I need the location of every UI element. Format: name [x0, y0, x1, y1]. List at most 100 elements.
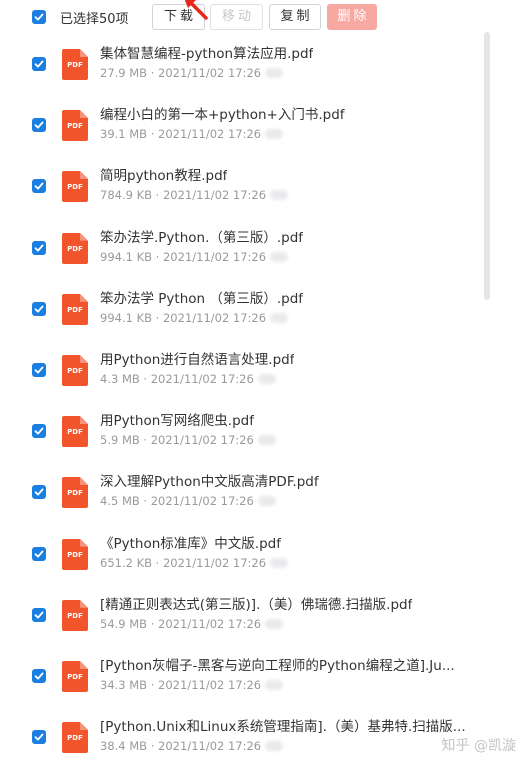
blurred-text	[257, 435, 276, 446]
copy-button[interactable]: 复制	[269, 4, 321, 30]
file-row[interactable]: PDF [精通正则表达式(第三版)].（美）佛瑞德.扫描版.pdf 54.9 MB …	[0, 585, 480, 646]
file-meta: 34.3 MB · 2021/11/02 17:26	[100, 678, 284, 692]
toolbar: 已选择50项 下载 移动 复制 删除	[0, 0, 528, 34]
move-button[interactable]: 移动	[210, 4, 263, 30]
file-date: 2021/11/02 17:26	[158, 739, 262, 754]
file-row[interactable]: PDF [Python灰帽子-黑客与逆向工程师的Python编程之道].Ju...…	[0, 646, 480, 707]
file-meta: 27.9 MB · 2021/11/02 17:26	[100, 66, 284, 80]
file-checkbox[interactable]	[32, 424, 46, 439]
file-meta: 39.1 MB · 2021/11/02 17:26	[100, 127, 284, 142]
file-date: 2021/11/02 17:26	[162, 310, 267, 325]
blurred-text	[265, 618, 284, 629]
file-name[interactable]: [Python.Unix和Linux系统管理指南].（美）基弗特.扫描版...	[100, 715, 466, 735]
file-row[interactable]: PDF 集体智慧编程-python算法应用.pdf 27.9 MB · 2021/1…	[0, 34, 480, 95]
file-type-label: PDF	[67, 244, 83, 253]
meta-separator: ·	[155, 310, 160, 325]
check-icon	[34, 13, 44, 21]
meta-separator: ·	[150, 739, 155, 754]
file-checkbox[interactable]	[32, 669, 46, 683]
file-date: 2021/11/02 17:26	[162, 555, 267, 570]
file-checkbox[interactable]	[32, 179, 46, 194]
blurred-text	[257, 374, 276, 384]
scrollbar[interactable]	[484, 32, 490, 300]
file-type-label: PDF	[67, 550, 83, 559]
file-checkbox[interactable]	[32, 118, 46, 133]
file-name[interactable]: [精通正则表达式(第三版)].（美）佛瑞德.扫描版.pdf	[100, 593, 412, 613]
check-icon	[34, 244, 44, 252]
check-icon	[34, 121, 44, 129]
file-type-label: PDF	[67, 183, 83, 192]
meta-separator: ·	[143, 372, 148, 386]
file-checkbox[interactable]	[32, 240, 46, 255]
blurred-text	[270, 251, 289, 262]
file-checkbox[interactable]	[32, 546, 46, 561]
file-row[interactable]: PDF 《Python标准库》中文版.pdf 651.2 KB · 2021/11/…	[0, 524, 480, 585]
file-checkbox[interactable]	[32, 301, 46, 316]
file-checkbox[interactable]	[32, 730, 46, 745]
file-type-label: PDF	[67, 489, 83, 498]
select-all-checkbox[interactable]	[32, 10, 46, 24]
file-type-label: PDF	[67, 305, 83, 314]
file-type-label: PDF	[67, 734, 83, 743]
meta-separator: ·	[150, 678, 155, 692]
pdf-file-icon: PDF	[62, 477, 88, 509]
file-size: 38.4 MB	[100, 739, 148, 754]
file-size: 994.1 KB	[100, 249, 153, 264]
watermark: 知乎 @凯漩	[441, 738, 516, 754]
file-meta: 994.1 KB · 2021/11/02 17:26	[100, 249, 289, 264]
meta-separator: ·	[155, 188, 160, 203]
blurred-text	[257, 496, 276, 507]
file-size: 39.1 MB	[100, 127, 148, 142]
blurred-text	[265, 680, 284, 690]
file-date: 2021/11/02 17:26	[162, 188, 267, 203]
file-row[interactable]: PDF 简明python教程.pdf 784.9 KB · 2021/11/02 1…	[0, 156, 480, 217]
file-row[interactable]: PDF 深入理解Python中文版高清PDF.pdf 4.5 MB · 2021/1…	[0, 462, 480, 523]
pdf-file-icon: PDF	[62, 171, 88, 203]
file-name[interactable]: 简明python教程.pdf	[100, 164, 227, 184]
file-date: 2021/11/02 17:26	[150, 494, 254, 509]
file-type-label: PDF	[67, 122, 83, 131]
file-name[interactable]: 《Python标准库》中文版.pdf	[100, 532, 281, 552]
file-name[interactable]: 编程小白的第一本+python+入门书.pdf	[100, 103, 345, 123]
file-date: 2021/11/02 17:26	[150, 372, 254, 386]
file-meta: 784.9 KB · 2021/11/02 17:26	[100, 188, 289, 203]
file-name[interactable]: 用Python写网络爬虫.pdf	[100, 409, 254, 429]
blurred-text	[270, 557, 289, 568]
file-meta: 651.2 KB · 2021/11/02 17:26	[100, 555, 289, 570]
file-name[interactable]: [Python灰帽子-黑客与逆向工程师的Python编程之道].Ju...	[100, 654, 455, 674]
file-meta: 4.5 MB · 2021/11/02 17:26	[100, 494, 276, 508]
file-checkbox[interactable]	[32, 363, 46, 377]
pdf-file-icon: PDF	[62, 538, 88, 570]
file-date: 2021/11/02 17:26	[162, 249, 267, 264]
meta-separator: ·	[155, 555, 160, 570]
file-name[interactable]: 用Python进行自然语言处理.pdf	[100, 348, 294, 368]
file-row[interactable]: PDF 编程小白的第一本+python+入门书.pdf 39.1 MB · 2021…	[0, 95, 480, 156]
file-row[interactable]: PDF 用Python写网络爬虫.pdf 5.9 MB · 2021/11/02 1…	[0, 401, 480, 462]
file-meta: 5.9 MB · 2021/11/02 17:26	[100, 433, 276, 447]
file-checkbox[interactable]	[32, 57, 46, 71]
blurred-text	[265, 129, 284, 140]
file-row[interactable]: PDF [Python.Unix和Linux系统管理指南].（美）基弗特.扫描版.…	[0, 707, 480, 768]
check-icon	[34, 611, 44, 619]
pdf-file-icon: PDF	[62, 355, 88, 386]
file-checkbox[interactable]	[32, 607, 46, 622]
file-meta: 38.4 MB · 2021/11/02 17:26	[100, 739, 284, 754]
file-size: 994.1 KB	[100, 310, 153, 325]
file-name[interactable]: 集体智慧编程-python算法应用.pdf	[100, 42, 313, 62]
file-name[interactable]: 笨办法学.Python.（第三版）.pdf	[100, 226, 303, 246]
file-size: 34.3 MB	[100, 678, 148, 692]
blurred-text	[270, 312, 289, 323]
file-type-label: PDF	[67, 611, 83, 620]
pdf-file-icon: PDF	[62, 661, 88, 692]
file-checkbox[interactable]	[32, 485, 46, 500]
file-row[interactable]: PDF 用Python进行自然语言处理.pdf 4.3 MB · 2021/11/0…	[0, 340, 480, 401]
file-name[interactable]: 笨办法学 Python （第三版）.pdf	[100, 287, 303, 307]
meta-separator: ·	[155, 249, 160, 264]
file-row[interactable]: PDF 笨办法学 Python （第三版）.pdf 994.1 KB · 2021/…	[0, 279, 480, 340]
check-icon	[34, 733, 44, 741]
pdf-file-icon: PDF	[62, 49, 88, 80]
delete-button[interactable]: 删除	[327, 4, 377, 30]
file-row[interactable]: PDF 笨办法学.Python.（第三版）.pdf 994.1 KB · 2021/…	[0, 218, 480, 279]
file-size: 784.9 KB	[100, 188, 153, 203]
file-name[interactable]: 深入理解Python中文版高清PDF.pdf	[100, 470, 319, 490]
